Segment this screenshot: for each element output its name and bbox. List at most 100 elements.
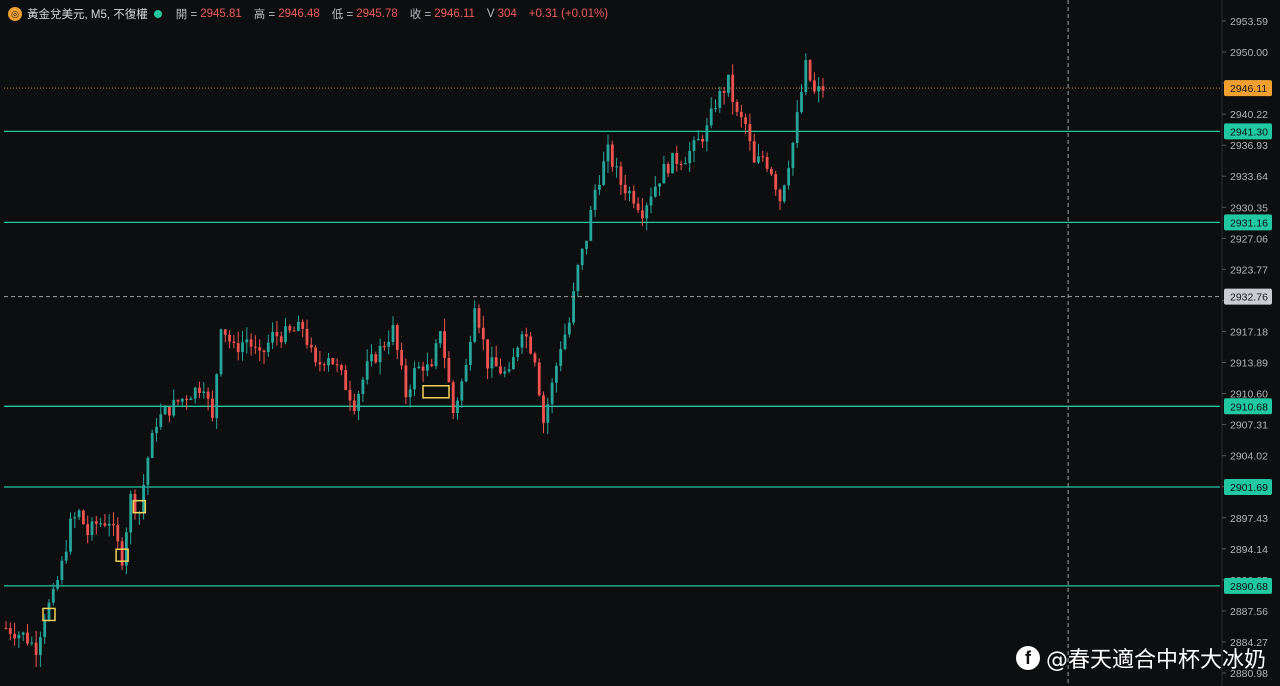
price-level-tag: 2890.68: [1230, 581, 1268, 593]
candle-body: [86, 524, 90, 536]
candle-body: [391, 325, 395, 342]
candle-body: [469, 341, 472, 365]
candle-body: [198, 387, 201, 393]
candle-body: [404, 365, 408, 398]
candle-body: [43, 619, 47, 638]
candle-body: [26, 632, 29, 644]
candle-body: [168, 407, 171, 416]
candle-body: [490, 357, 494, 369]
candle-body: [701, 138, 704, 142]
price-tick-label: 2887.56: [1230, 606, 1268, 618]
candle-body: [39, 637, 42, 655]
price-tick-label: 2930.35: [1230, 202, 1268, 214]
candle-body: [60, 560, 64, 581]
candle-body: [494, 357, 498, 367]
candle-body: [559, 349, 563, 366]
candle-body: [430, 364, 434, 367]
candle-body: [684, 163, 687, 165]
candle-body: [563, 334, 567, 350]
candle-body: [383, 345, 386, 347]
gold-coin-icon: ◎: [8, 7, 22, 21]
candle-body: [421, 366, 425, 371]
highlight-box: [422, 385, 450, 399]
market-open-dot-icon: [153, 10, 162, 18]
candle-body: [219, 329, 223, 375]
candle-body: [90, 521, 94, 536]
candle-body: [658, 183, 661, 187]
price-tick-label: 2917.18: [1230, 326, 1268, 338]
candle-body: [318, 362, 322, 365]
candle-body: [593, 189, 597, 210]
candle-body: [112, 523, 115, 526]
candle-body: [610, 144, 614, 167]
candle-body: [331, 358, 335, 365]
candle-body: [357, 393, 360, 412]
candle-body: [529, 336, 532, 354]
candle-body: [443, 331, 446, 359]
low-value: 2945.78: [356, 8, 398, 20]
candle-body: [516, 347, 520, 358]
candle-body: [782, 185, 786, 202]
open-label: 開 =: [175, 9, 198, 21]
candle-body: [258, 347, 262, 351]
candle-body: [163, 407, 167, 415]
price-tick-label: 2936.93: [1230, 140, 1268, 152]
candle-body: [722, 90, 726, 93]
candle-body: [692, 140, 696, 151]
candle-body: [451, 382, 455, 414]
candle-body: [193, 387, 197, 399]
candle-body: [314, 347, 317, 363]
candle-body: [215, 374, 219, 418]
candle-body: [262, 350, 266, 353]
candle-body: [155, 426, 158, 433]
candle-body: [245, 339, 249, 343]
candle-body: [731, 74, 735, 103]
candle-body: [619, 166, 623, 185]
price-tick-label: 2923.77: [1230, 264, 1268, 276]
candle-body: [228, 334, 231, 342]
watermark-text: @春天適合中杯大冰奶: [1045, 648, 1266, 673]
candle-body: [413, 368, 416, 390]
high-value: 2946.48: [278, 8, 320, 20]
facebook-icon: f: [1015, 646, 1040, 670]
volume-value: 304: [497, 8, 517, 20]
price-axis[interactable]: 2953.592950.002943.512940.222936.932933.…: [1221, 0, 1280, 686]
price-tick-label: 2907.31: [1230, 420, 1268, 432]
candle-body: [279, 336, 283, 342]
candle-body: [727, 74, 730, 93]
candle-body: [327, 358, 330, 366]
candle-body: [249, 339, 253, 347]
candle-body: [546, 404, 550, 423]
candle-body: [322, 364, 326, 366]
candle-body: [813, 80, 816, 92]
candle-body: [653, 186, 657, 197]
candle-body: [365, 361, 369, 380]
crosshair: [4, 0, 1220, 686]
watermark: f @春天適合中杯大冰奶: [1015, 642, 1266, 674]
price-tick-label: 2927.06: [1230, 233, 1268, 245]
candle-body: [533, 353, 537, 363]
candle-body: [254, 346, 257, 348]
candle-body: [666, 164, 670, 174]
candle-body: [236, 342, 240, 353]
candle-body: [301, 321, 305, 329]
candle-body: [232, 341, 236, 343]
price-tick-label: 2940.22: [1230, 109, 1268, 121]
candle-body: [378, 345, 382, 363]
candle-body: [150, 432, 154, 458]
symbol-name[interactable]: 黃金兌美元, M5, 不復權: [27, 6, 148, 22]
candle-body: [361, 379, 365, 394]
high-label: 高 =: [253, 9, 276, 21]
candle-body: [649, 196, 653, 206]
candle-body: [623, 184, 627, 194]
candlestick-chart[interactable]: 2953.592950.002943.512940.222936.932933.…: [0, 0, 1280, 686]
candle-body: [189, 398, 193, 401]
candle-body: [744, 117, 747, 125]
candle-body: [817, 86, 821, 92]
price-tick-label: 2894.14: [1230, 544, 1268, 556]
candle-body: [761, 156, 765, 158]
candle-body: [589, 209, 593, 241]
candle-body: [542, 395, 545, 423]
candle-body: [408, 389, 412, 398]
current-price-tag: 2946.11: [1230, 83, 1267, 95]
